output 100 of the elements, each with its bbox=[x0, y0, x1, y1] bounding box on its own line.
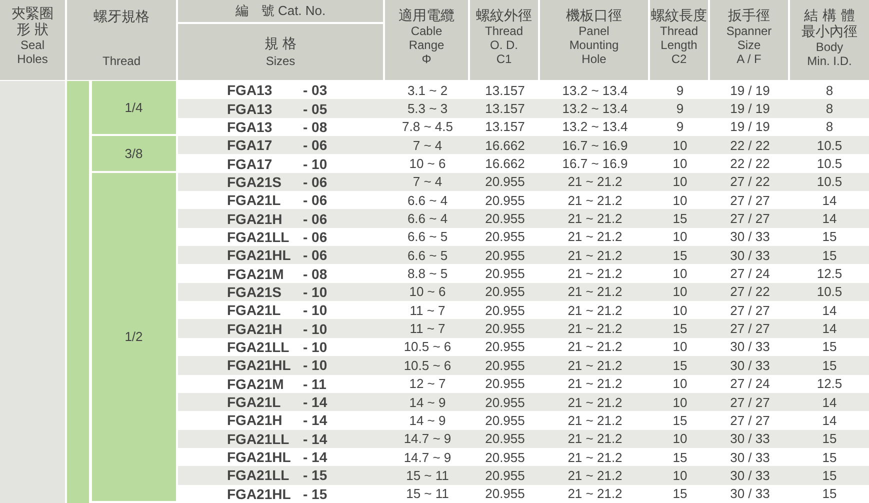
model-code: FGA21HL bbox=[227, 486, 292, 502]
table-cell: 20.955 bbox=[485, 339, 525, 354]
table-cell: 12 ~ 7 bbox=[409, 376, 446, 392]
table-cell: 10.5 bbox=[816, 174, 842, 190]
table-cell: 30 / 33 bbox=[730, 431, 770, 446]
table-cell: 21 ~ 21.2 bbox=[568, 376, 622, 392]
table-cell: 16.7 ~ 16.9 bbox=[562, 138, 628, 153]
table-cell: 21 ~ 21.2 bbox=[568, 192, 622, 208]
model-code: FGA21HL bbox=[227, 449, 292, 466]
table-cell: 27 / 27 bbox=[730, 394, 770, 410]
table-cell: 15 bbox=[672, 358, 688, 373]
model-code: FGA21LL bbox=[227, 467, 290, 484]
table-cell: 20.955 bbox=[485, 229, 525, 244]
table-cell: 20.955 bbox=[485, 394, 525, 410]
size-code: - 06 bbox=[303, 174, 328, 190]
table-cell: 14.7 ~ 9 bbox=[404, 431, 452, 446]
table-cell: 16.662 bbox=[485, 138, 525, 153]
header-label: 結 構 體 bbox=[804, 8, 855, 24]
table-cell: 20.955 bbox=[485, 302, 525, 318]
table-cell: 27 / 27 bbox=[730, 211, 770, 226]
model-code: FGA17 bbox=[227, 137, 274, 154]
table-cell: 9 bbox=[676, 82, 684, 98]
table-cell: 12.5 bbox=[816, 266, 842, 282]
header-label: C1 bbox=[496, 52, 512, 66]
size-code: - 15 bbox=[303, 486, 328, 502]
table-cell: 10 bbox=[672, 302, 688, 318]
table-cell: 21 ~ 21.2 bbox=[568, 339, 622, 354]
table-cell: 15 bbox=[672, 321, 688, 336]
model-code: FGA21S bbox=[227, 174, 282, 190]
model-code: FGA13 bbox=[227, 82, 274, 98]
table-cell: 10 bbox=[672, 394, 688, 410]
table-cell: 22 / 22 bbox=[730, 156, 770, 172]
table-cell: 10 bbox=[672, 284, 688, 300]
size-code: - 14 bbox=[303, 394, 328, 410]
header-label: 夾緊圈 bbox=[12, 6, 54, 22]
model-code: FGA21H bbox=[227, 412, 284, 428]
table-cell: 14.7 ~ 9 bbox=[404, 450, 452, 465]
table-cell: 21 ~ 21.2 bbox=[568, 174, 622, 190]
table-cell: 20.955 bbox=[485, 321, 525, 336]
table-cell: 15 bbox=[672, 211, 688, 226]
table-cell: 8.8 ~ 5 bbox=[407, 266, 448, 282]
table-cell: 14 bbox=[822, 211, 837, 226]
table-cell: 21 ~ 21.2 bbox=[568, 284, 622, 300]
table-cell: 21 ~ 21.2 bbox=[568, 412, 622, 428]
table-cell: 22 / 22 bbox=[730, 138, 770, 153]
table-cell: 21 ~ 21.2 bbox=[568, 431, 622, 446]
table-cell: 30 / 33 bbox=[730, 450, 770, 465]
table-cell: 20.955 bbox=[485, 412, 525, 428]
table-cell: 15 ~ 11 bbox=[406, 486, 449, 502]
header-label: 形 狀 bbox=[16, 22, 49, 38]
table-cell: 11 ~ 7 bbox=[410, 321, 446, 336]
size-code: - 06 bbox=[303, 137, 328, 154]
table-cell: 3.1 ~ 2 bbox=[407, 82, 448, 98]
table-cell: 10 bbox=[672, 174, 688, 190]
model-code: FGA21M bbox=[227, 266, 285, 282]
table-cell: 15 bbox=[822, 468, 837, 483]
table-cell: 10 bbox=[672, 156, 688, 172]
header-label: Sizes bbox=[266, 54, 296, 68]
table-cell: 21 ~ 21.2 bbox=[568, 486, 622, 502]
table-cell: 20.955 bbox=[485, 192, 525, 208]
header-label: 編 號 Cat. No. bbox=[235, 2, 326, 20]
table-cell: 27 / 27 bbox=[730, 412, 770, 428]
table-cell: 8 bbox=[826, 82, 834, 98]
table-cell: 7 ~ 4 bbox=[412, 138, 442, 153]
table-cell: 21 ~ 21.2 bbox=[568, 248, 622, 263]
table-cell: 10 bbox=[672, 229, 688, 244]
table-cell: 9 bbox=[676, 101, 684, 116]
header-label: Range bbox=[408, 38, 444, 52]
header-label: Min. I.D. bbox=[807, 54, 852, 68]
model-code: FGA21L bbox=[227, 302, 282, 318]
table-cell: 13.2 ~ 13.4 bbox=[562, 119, 628, 134]
size-code: - 06 bbox=[303, 228, 328, 245]
table-cell: 10 bbox=[672, 192, 688, 208]
model-code: FGA21M bbox=[227, 376, 285, 392]
table-cell: 10.5 bbox=[816, 156, 842, 172]
table-cell: 15 bbox=[822, 339, 837, 354]
header-label: Φ bbox=[422, 52, 432, 66]
header-label: Length bbox=[660, 38, 698, 52]
table-cell: 10 bbox=[672, 376, 688, 392]
table-cell: 10.5 bbox=[816, 284, 842, 300]
header-label: Body bbox=[816, 40, 844, 54]
table-cell: 30 / 33 bbox=[730, 468, 770, 483]
table-cell: 10.5 ~ 6 bbox=[404, 339, 452, 354]
table-cell: 15 bbox=[672, 486, 688, 502]
header-label: 適用電纜 bbox=[398, 8, 454, 24]
table-cell: 15 bbox=[822, 450, 837, 465]
header-label: A / F bbox=[736, 52, 762, 66]
size-code: - 15 bbox=[303, 467, 328, 484]
header-label: C2 bbox=[671, 52, 687, 66]
header-label: 螺牙規格 bbox=[94, 9, 150, 25]
model-code: FGA21LL bbox=[227, 430, 290, 447]
table-cell: 16.662 bbox=[485, 156, 525, 172]
size-code: - 14 bbox=[303, 412, 328, 428]
size-code: - 10 bbox=[303, 302, 328, 318]
table-cell: 6.6 ~ 4 bbox=[407, 211, 448, 226]
model-code: FGA21L bbox=[227, 394, 282, 410]
table-cell: 13.157 bbox=[485, 82, 525, 98]
model-code: FGA21H bbox=[227, 320, 284, 337]
table-cell: 15 bbox=[822, 486, 837, 502]
size-code: - 03 bbox=[303, 82, 328, 98]
